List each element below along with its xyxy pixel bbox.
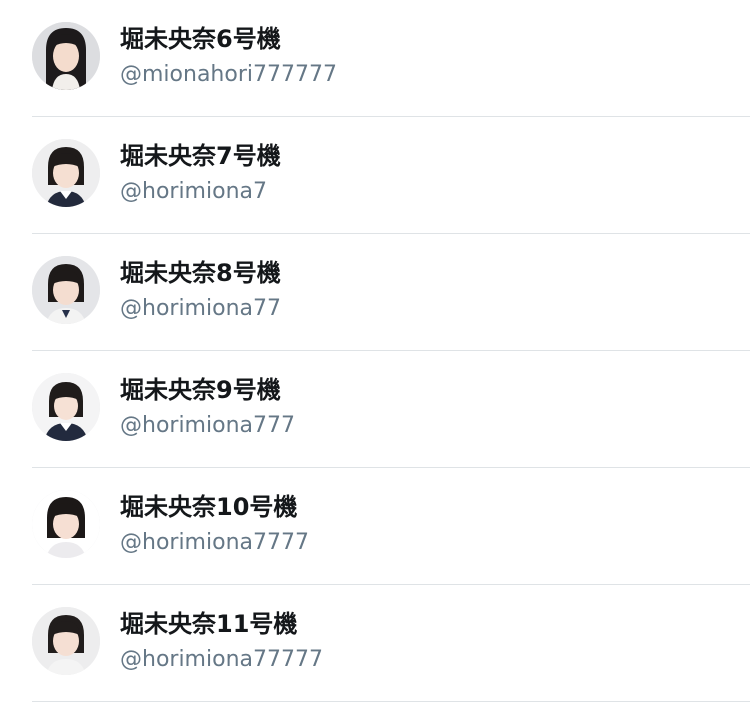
account-display-name: 堀未央奈7号機 xyxy=(120,142,281,170)
account-display-name: 堀未央奈8号機 xyxy=(120,259,281,287)
avatar[interactable] xyxy=(32,139,100,207)
row-divider xyxy=(32,701,750,702)
account-display-name: 堀未央奈11号機 xyxy=(120,610,298,638)
account-list: 堀未央奈6号機 @mionahori777777 堀未央奈7号機 @horimi… xyxy=(0,0,750,703)
account-row[interactable]: 堀未央奈9号機 @horimiona777 xyxy=(0,351,750,468)
account-handle: @horimiona777 xyxy=(120,413,295,438)
account-display-name: 堀未央奈10号機 xyxy=(120,493,298,521)
avatar[interactable] xyxy=(32,607,100,675)
account-handle: @mionahori777777 xyxy=(120,62,337,87)
avatar[interactable] xyxy=(32,256,100,324)
account-row[interactable]: 堀未央奈11号機 @horimiona77777 xyxy=(0,585,750,702)
avatar[interactable] xyxy=(32,22,100,90)
account-display-name: 堀未央奈9号機 xyxy=(120,376,281,404)
account-row[interactable]: 堀未央奈7号機 @horimiona7 xyxy=(0,117,750,234)
account-row[interactable]: 堀未央奈10号機 @horimiona7777 xyxy=(0,468,750,585)
account-row[interactable]: 堀未央奈8号機 @horimiona77 xyxy=(0,234,750,351)
account-handle: @horimiona77777 xyxy=(120,647,323,672)
account-handle: @horimiona77 xyxy=(120,296,281,321)
account-row[interactable]: 堀未央奈6号機 @mionahori777777 xyxy=(0,0,750,117)
avatar[interactable] xyxy=(32,490,100,558)
account-handle: @horimiona7 xyxy=(120,179,267,204)
account-display-name: 堀未央奈6号機 xyxy=(120,25,281,53)
avatar[interactable] xyxy=(32,373,100,441)
account-handle: @horimiona7777 xyxy=(120,530,309,555)
